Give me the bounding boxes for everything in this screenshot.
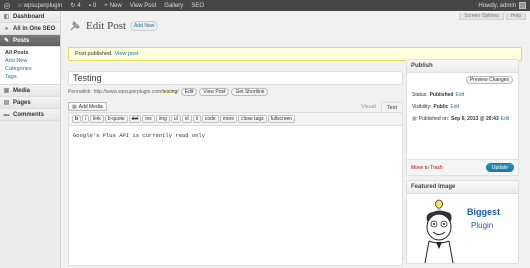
permalink-url[interactable]: http://www.wpsuperplugin.com/testing/ bbox=[94, 89, 179, 95]
sidebar-item-dashboard[interactable]: ◧ Dashboard bbox=[0, 11, 60, 23]
get-shortlink-button[interactable]: Get Shortlink bbox=[231, 88, 269, 96]
screen-options-button[interactable]: Screen Options bbox=[459, 13, 504, 20]
sidebar-item-posts[interactable]: ✎ Posts bbox=[0, 35, 60, 47]
updates-icon: ↻ bbox=[70, 3, 76, 9]
featured-image[interactable]: Biggest Plugin bbox=[419, 199, 511, 264]
qt-fullscreen-button[interactable]: fullscreen bbox=[267, 115, 296, 123]
visibility-value: Public bbox=[433, 104, 449, 110]
pages-icon: ▤ bbox=[3, 100, 10, 106]
comments-icon: ▬ bbox=[3, 111, 10, 118]
submenu-tags[interactable]: Tags bbox=[0, 73, 60, 81]
posts-submenu: All Posts Add New Categories Tags bbox=[0, 47, 60, 85]
screen-meta-links: Screen Options Help bbox=[459, 13, 526, 20]
plus-icon: + bbox=[104, 2, 108, 9]
tab-visual[interactable]: Visual bbox=[356, 102, 381, 112]
media-tabs-row: ▦ Add Media Visual Text bbox=[68, 101, 403, 112]
logo-text-biggest: Biggest bbox=[467, 207, 501, 217]
qt-blockquote-button[interactable]: b-quote bbox=[104, 115, 128, 123]
gallery-link[interactable]: Gallery bbox=[160, 0, 187, 11]
permalink-label: Permalink: bbox=[68, 89, 92, 95]
preview-changes-button[interactable]: Preview Changes bbox=[465, 76, 513, 84]
qt-del-button[interactable]: del bbox=[128, 115, 142, 123]
visibility-edit-link[interactable]: Edit bbox=[450, 104, 459, 110]
logo-text-plugin: Plugin bbox=[471, 221, 494, 230]
view-post-notice-link[interactable]: View post bbox=[115, 51, 139, 57]
qt-ul-button[interactable]: ul bbox=[170, 115, 181, 123]
notice-text: Post published. bbox=[75, 51, 113, 57]
sidebar-item-comments[interactable]: ▬ Comments bbox=[0, 109, 60, 121]
permalink-slug: testing bbox=[162, 89, 178, 95]
date-edit-link[interactable]: Edit bbox=[501, 116, 510, 122]
page-title: Edit Post bbox=[86, 20, 127, 32]
page-header: Edit Post Add New bbox=[68, 19, 159, 33]
post-editor: b i link b-quote del ins img ul ol li co… bbox=[68, 112, 403, 266]
status-row: Status: Published Edit bbox=[412, 92, 465, 98]
move-to-trash-link[interactable]: Move to Trash bbox=[411, 165, 443, 171]
wordpress-logo-icon[interactable]: W bbox=[0, 0, 14, 11]
update-button[interactable]: Update bbox=[485, 163, 514, 172]
visibility-row: Visibility: Public Edit bbox=[412, 104, 459, 110]
tab-text[interactable]: Text bbox=[380, 101, 403, 112]
publish-heading: Publish bbox=[407, 60, 518, 73]
permalink-row: Permalink: http://www.wpsuperplugin.com/… bbox=[68, 88, 269, 96]
cartoon-man-lightbulb-icon bbox=[424, 199, 454, 264]
add-media-button[interactable]: ▦ Add Media bbox=[68, 102, 107, 111]
qt-bold-button[interactable]: b bbox=[72, 115, 82, 123]
comment-bubble-icon: ▪ bbox=[88, 2, 91, 9]
calendar-icon: ▦ bbox=[412, 116, 417, 122]
pin-icon: ✎ bbox=[3, 38, 10, 44]
submenu-add-new[interactable]: Add New bbox=[0, 57, 60, 65]
qt-close-tags-button[interactable]: close tags bbox=[238, 115, 267, 123]
sidebar-item-media[interactable]: ▣ Media bbox=[0, 85, 60, 97]
comments-link[interactable]: ▪ 0 bbox=[85, 0, 100, 11]
status-value: Published bbox=[429, 92, 454, 98]
view-post-button[interactable]: View Post bbox=[199, 88, 230, 96]
status-edit-link[interactable]: Edit bbox=[455, 92, 464, 98]
seo-icon: ● bbox=[4, 25, 9, 32]
qt-code-button[interactable]: code bbox=[201, 115, 219, 123]
new-content-link[interactable]: + New bbox=[100, 0, 126, 11]
published-on-row: ▦ Published on: Sep 6, 2013 @ 20:43 Edit bbox=[412, 116, 510, 122]
pushpin-icon bbox=[68, 19, 82, 33]
publish-actions: Move to Trash Update bbox=[407, 159, 518, 175]
qt-li-button[interactable]: li bbox=[192, 115, 201, 123]
dashboard-icon: ◧ bbox=[3, 14, 10, 20]
add-new-button[interactable]: Add New bbox=[130, 21, 159, 31]
sidebar-item-pages[interactable]: ▤ Pages bbox=[0, 97, 60, 109]
publish-box: Publish Preview Changes Status: Published… bbox=[406, 59, 519, 176]
seo-link[interactable]: SEO bbox=[187, 0, 208, 11]
help-button[interactable]: Help bbox=[505, 13, 526, 20]
editor-tabs: Visual Text bbox=[356, 101, 403, 112]
post-content-textarea[interactable]: Google's Plus API is currently read only bbox=[69, 126, 402, 145]
site-name-link[interactable]: ⌂ wpsuperplugin bbox=[14, 0, 66, 11]
qt-ins-button[interactable]: ins bbox=[142, 115, 155, 123]
avatar bbox=[519, 2, 526, 9]
admin-sidebar: ◧ Dashboard ● All in One SEO ✎ Posts All Po… bbox=[0, 11, 61, 268]
qt-italic-button[interactable]: i bbox=[82, 115, 90, 123]
updates-link[interactable]: ↻ 4 bbox=[66, 0, 84, 11]
qt-link-button[interactable]: link bbox=[90, 115, 104, 123]
view-post-link[interactable]: View Post bbox=[126, 0, 161, 11]
submenu-all-posts[interactable]: All Posts bbox=[0, 49, 60, 57]
permalink-edit-button[interactable]: Edit bbox=[180, 88, 198, 96]
quicktags-toolbar: b i link b-quote del ins img ul ol li co… bbox=[69, 113, 402, 126]
media-icon: ▣ bbox=[3, 88, 10, 94]
media-camera-icon: ▦ bbox=[72, 103, 77, 110]
home-icon: ⌂ bbox=[18, 2, 22, 9]
sidebar-item-all-in-one-seo[interactable]: ● All in One SEO bbox=[0, 23, 60, 35]
post-title-input[interactable]: Testing bbox=[68, 71, 403, 85]
qt-more-button[interactable]: more bbox=[219, 115, 238, 123]
qt-ol-button[interactable]: ol bbox=[181, 115, 192, 123]
featured-image-heading: Featured Image bbox=[407, 181, 518, 194]
qt-img-button[interactable]: img bbox=[155, 115, 170, 123]
admin-bar: W ⌂ wpsuperplugin ↻ 4 ▪ 0 + New View Post Ga… bbox=[0, 0, 530, 11]
account-menu[interactable]: Howdy, admin bbox=[474, 0, 530, 11]
submenu-categories[interactable]: Categories bbox=[0, 65, 60, 73]
published-date: Sep 6, 2013 @ 20:43 bbox=[451, 116, 499, 122]
featured-image-box: Featured Image Biggest Plugin bbox=[406, 180, 519, 264]
